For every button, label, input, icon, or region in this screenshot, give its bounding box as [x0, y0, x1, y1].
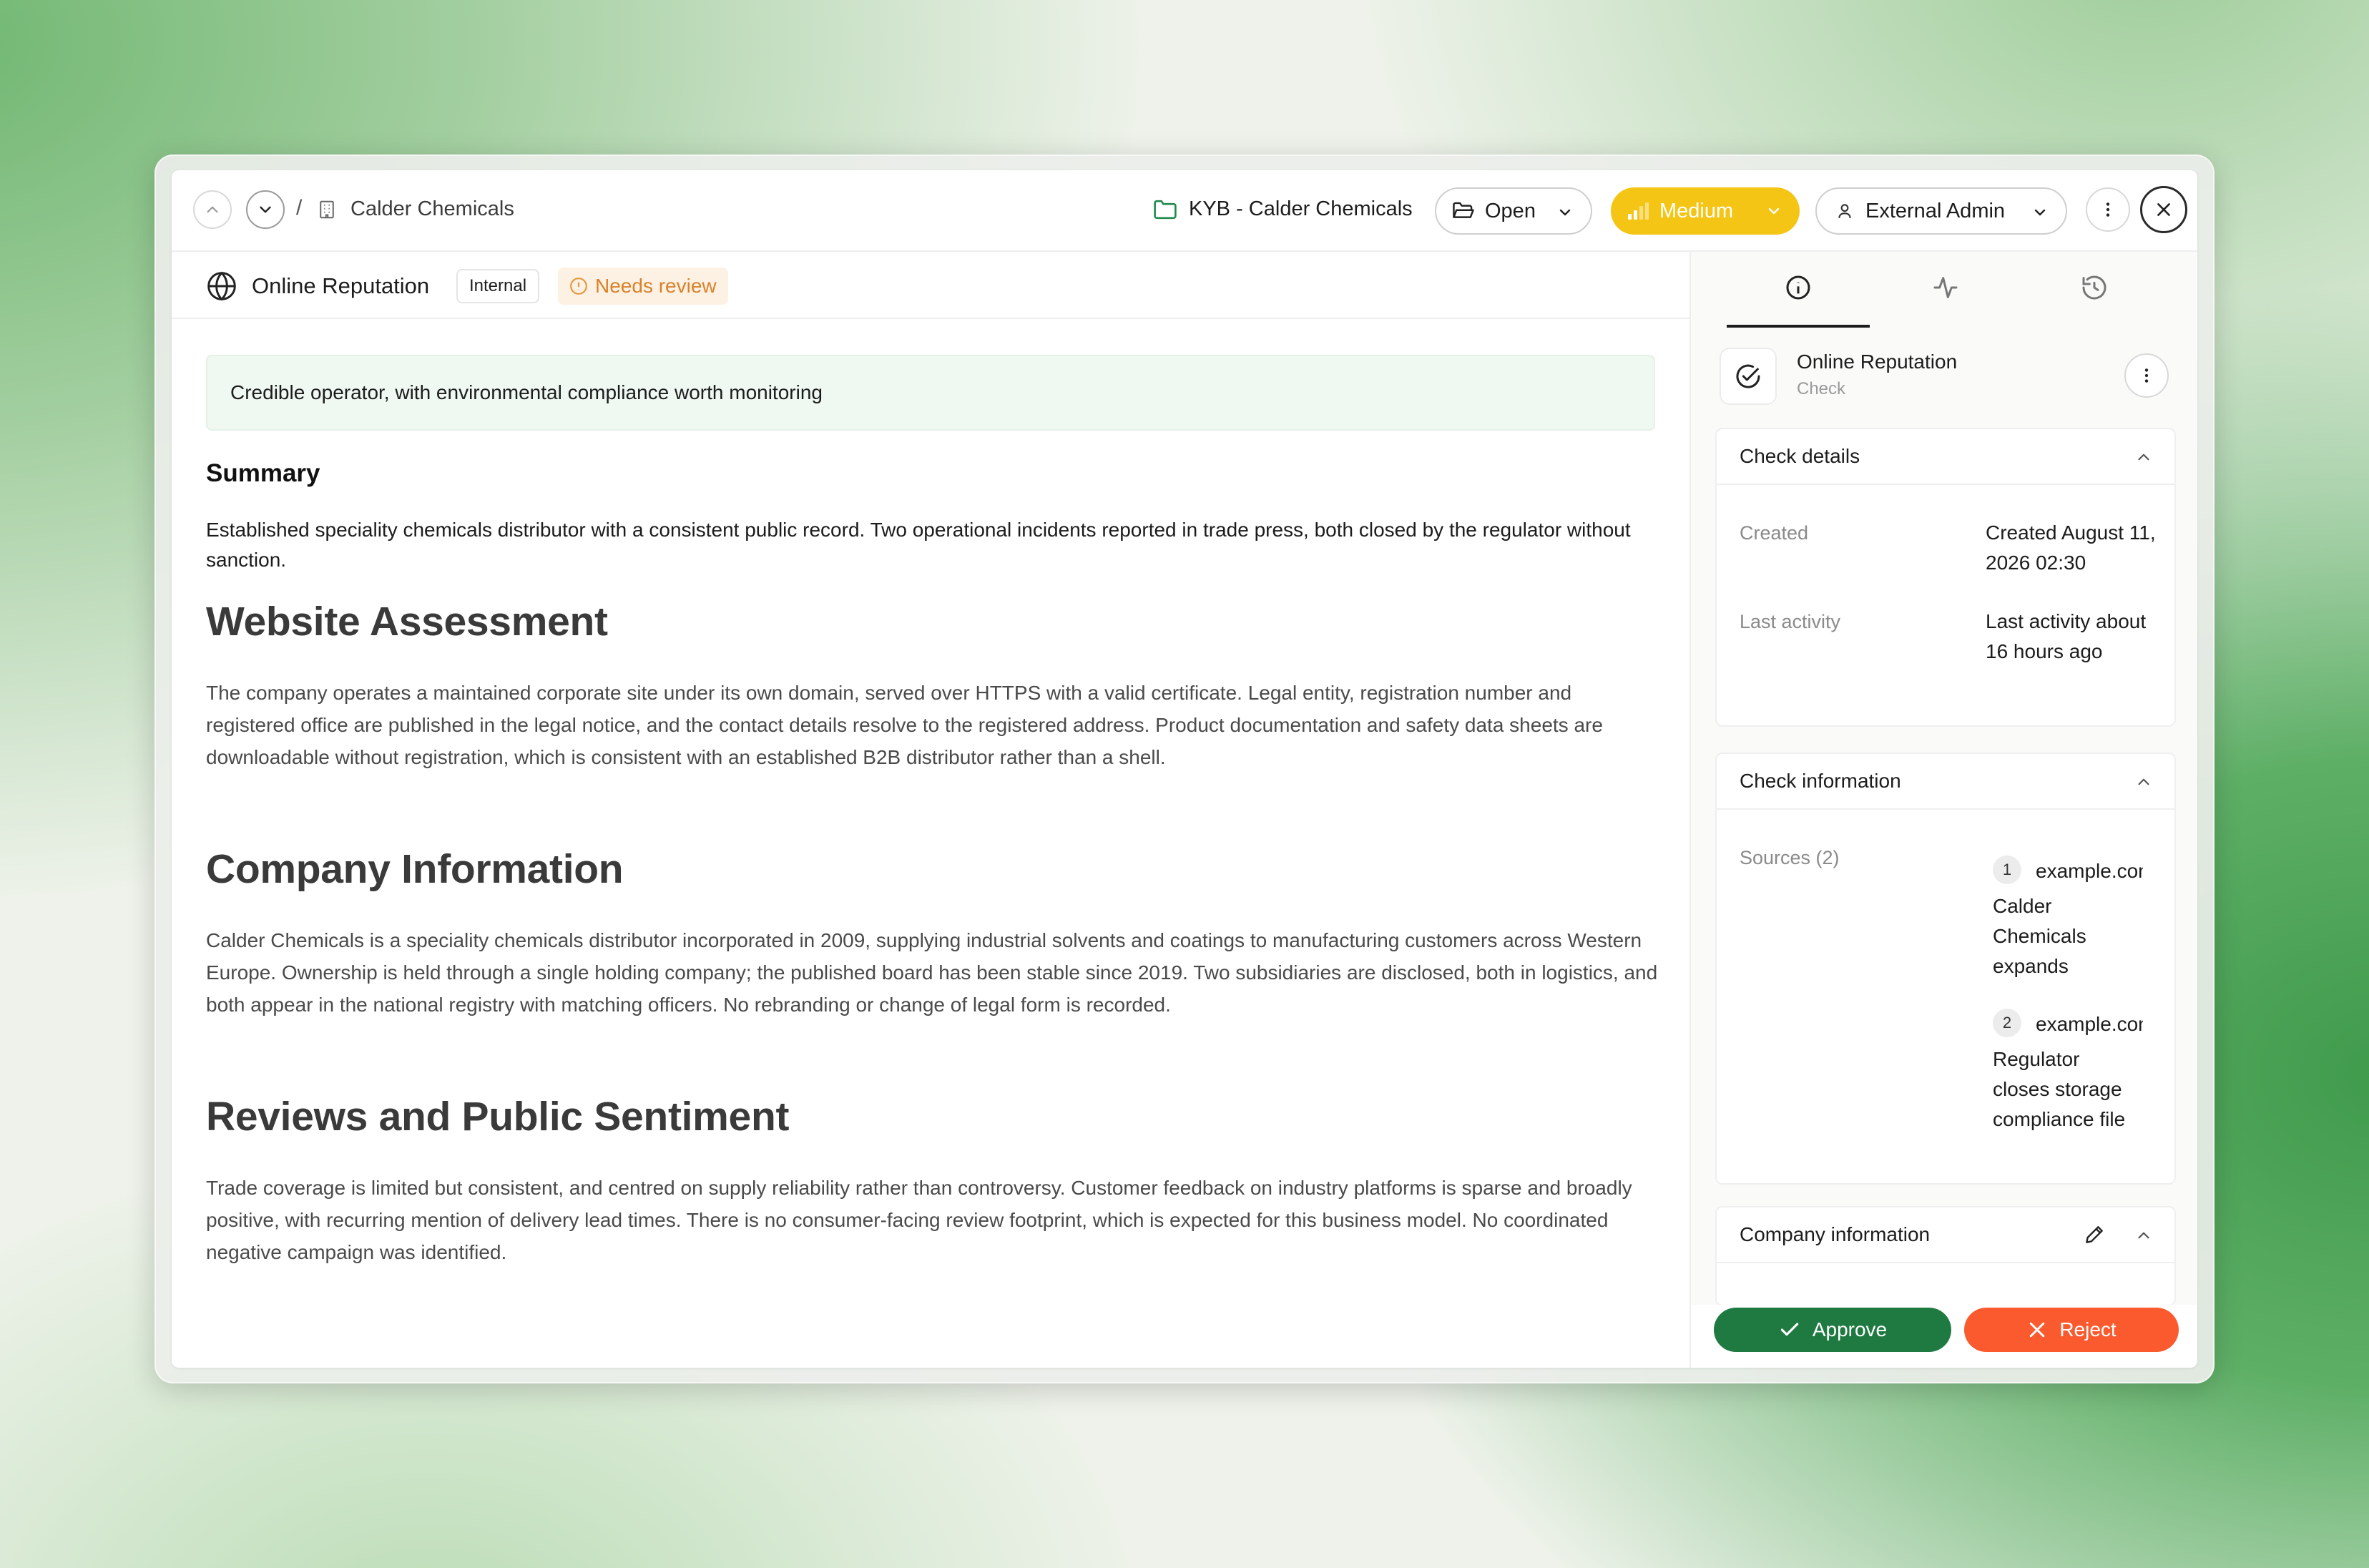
company-information-card: Company information — [1715, 1206, 2176, 1306]
source-number: 1 — [1993, 856, 2021, 884]
breadcrumb-separator: / — [296, 196, 303, 220]
check-details-card: Check details Created Created August 11,… — [1715, 428, 2176, 727]
section-heading: Reviews and Public Sentiment — [206, 1094, 790, 1140]
chevron-down-icon — [1768, 207, 1780, 215]
section-heading: Website Assessment — [206, 599, 608, 645]
created-label: Created — [1740, 522, 1809, 544]
section-body: Trade coverage is limited but consistent… — [206, 1177, 1632, 1263]
pencil-icon[interactable] — [2083, 1223, 2106, 1246]
check-header: Online Reputation Internal Needs review — [172, 252, 1689, 319]
active-tab-indicator — [1727, 325, 1870, 328]
chevron-down-icon — [2034, 209, 2046, 216]
more-vertical-icon — [2144, 368, 2149, 383]
check-information-card: Check information Sources (2) 1 example.… — [1715, 753, 2176, 1185]
globe-icon — [207, 271, 236, 301]
main-content: Online Reputation Internal Needs review … — [172, 252, 1689, 1368]
summary-heading: Summary — [206, 459, 320, 487]
chevron-up-icon[interactable] — [2134, 1226, 2153, 1245]
history-icon[interactable] — [2080, 273, 2109, 302]
created-value: Created August 11, 2026 02:30 — [1986, 521, 2156, 574]
section-heading: Company Information — [206, 846, 624, 892]
card-title: Company information — [1740, 1223, 1931, 1245]
approve-button[interactable]: Approve — [1714, 1308, 1951, 1352]
chevron-up-icon[interactable] — [2134, 448, 2153, 466]
card-title: Check details — [1740, 445, 1860, 467]
building-icon — [320, 200, 334, 219]
reject-label: Reject — [2059, 1318, 2117, 1341]
priority-dropdown[interactable]: Medium — [1611, 187, 1800, 235]
verdict-banner: Credible operator, with environmental co… — [206, 355, 1655, 431]
user-icon — [1838, 204, 1851, 218]
close-button[interactable] — [2140, 186, 2187, 233]
check-details-header[interactable]: Check details — [1717, 429, 2174, 485]
chevron-down-icon — [1559, 209, 1571, 216]
review-status-badge: Needs review — [558, 268, 728, 305]
status-value: Open — [1485, 199, 1536, 222]
card-title: Check information — [1740, 770, 1901, 792]
source-link[interactable]: example.com — [2036, 1013, 2143, 1036]
approve-label: Approve — [1812, 1318, 1888, 1341]
alert-circle-icon — [570, 278, 587, 295]
last-activity-label: Last activity — [1740, 611, 1841, 632]
source-link[interactable]: example.com — [2036, 860, 2143, 883]
summary-text: Established speciality chemicals distrib… — [206, 519, 1631, 571]
priority-value: Medium — [1659, 199, 1734, 222]
case-link[interactable]: KYB - Calder Chemicals — [1189, 197, 1413, 221]
reject-button[interactable]: Reject — [1964, 1308, 2179, 1352]
check-title: Online Reputation — [252, 273, 430, 298]
next-item-button[interactable] — [246, 190, 285, 229]
section-body: Calder Chemicals is a speciality chemica… — [206, 929, 1658, 1016]
source-title[interactable]: Calder Chemicals expands Benelux distrib… — [1993, 891, 2140, 981]
info-icon[interactable] — [1784, 273, 1813, 302]
side-panel: Online Reputation Check Check details Cr… — [1689, 252, 2197, 1368]
side-check-header: Online Reputation Check — [1720, 343, 2170, 409]
close-icon — [2157, 203, 2170, 216]
sources-label: Sources (2) — [1740, 847, 1840, 868]
section-body: The company operates a maintained corpor… — [206, 682, 1603, 768]
assignee-dropdown[interactable]: External Admin — [1815, 187, 2067, 235]
check-options-button[interactable] — [2124, 353, 2169, 398]
status-dropdown[interactable]: Open — [1435, 187, 1592, 235]
company-information-header[interactable]: Company information — [1717, 1207, 2174, 1263]
signal-bars-icon — [1628, 202, 1649, 220]
side-tabs — [1691, 252, 2197, 328]
chevron-up-icon[interactable] — [2134, 773, 2153, 791]
breadcrumb-company[interactable]: Calder Chemicals — [350, 197, 514, 221]
internal-tag: Internal — [456, 269, 540, 303]
folder-open-icon — [1453, 202, 1474, 218]
check-icon — [1780, 1323, 1799, 1336]
last-activity-value: Last activity about 16 hours ago — [1986, 610, 2147, 662]
side-check-title: Online Reputation — [1797, 351, 1958, 373]
folder-icon — [1154, 200, 1177, 220]
check-detail-window: / Calder Chemicals KYB - Calder Chemical… — [172, 170, 2197, 1368]
activity-icon[interactable] — [1931, 273, 1960, 302]
more-options-button[interactable] — [2086, 187, 2130, 232]
source-number: 2 — [1993, 1009, 2021, 1037]
check-circle-icon — [1720, 348, 1777, 405]
previous-item-button[interactable] — [193, 190, 232, 229]
review-status-label: Needs review — [595, 275, 717, 297]
more-vertical-icon — [2106, 202, 2110, 217]
close-icon — [2030, 1322, 2045, 1338]
assignee-value: External Admin — [1865, 199, 2006, 222]
chevron-up-icon — [207, 206, 218, 213]
source-title[interactable]: Regulator closes storage compliance file… — [1993, 1044, 2140, 1135]
check-information-header[interactable]: Check information — [1717, 754, 2174, 810]
top-bar: / Calder Chemicals KYB - Calder Chemical… — [172, 170, 2197, 252]
action-bar: Approve Reject — [1691, 1305, 2197, 1368]
chevron-down-icon — [260, 206, 271, 213]
side-check-type: Check — [1797, 379, 1846, 398]
